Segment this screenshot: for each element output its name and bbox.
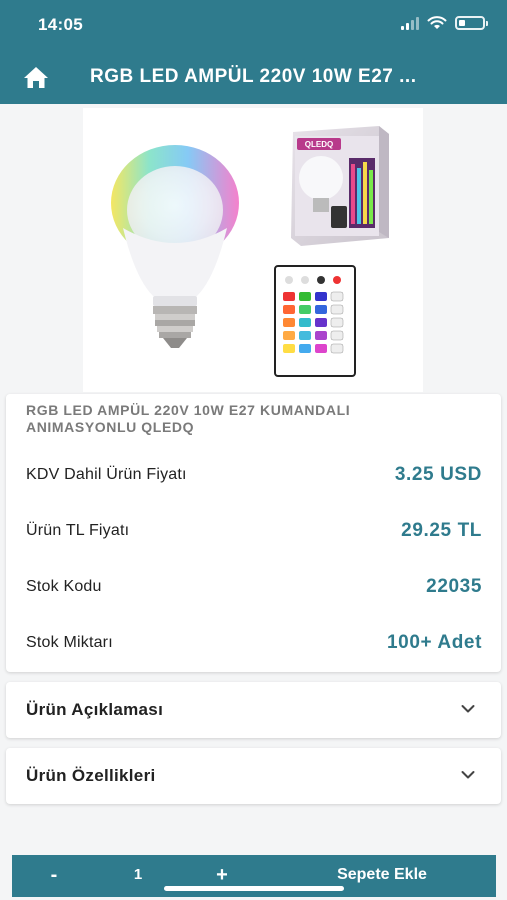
status-time: 14:05 xyxy=(38,15,83,34)
signal-icon xyxy=(401,16,419,30)
stock-code-row: Stok Kodu 22035 xyxy=(26,576,482,600)
product-image[interactable]: QLEDQ xyxy=(83,108,423,392)
product-name: RGB LED AMPÜL 220V 10W E27 KUMANDALI ANI… xyxy=(26,402,351,435)
home-indicator[interactable] xyxy=(164,886,344,891)
accordion-product-features[interactable]: Ürün Özellikleri xyxy=(6,748,501,804)
price-usd-row: KDV Dahil Ürün Fiyatı 3.25 USD xyxy=(26,464,482,488)
quantity-increase-button[interactable]: + xyxy=(210,864,234,887)
price-tl-label: Ürün TL Fiyatı xyxy=(26,522,130,539)
wifi-icon xyxy=(427,16,447,29)
price-tl-row: Ürün TL Fiyatı 29.25 TL xyxy=(26,520,482,544)
add-to-cart-button[interactable]: Sepete Ekle xyxy=(312,866,452,884)
product-image-area: QLEDQ xyxy=(0,104,507,394)
product-info-card: RGB LED AMPÜL 220V 10W E27 KUMANDALI ANI… xyxy=(6,394,501,672)
quantity-value[interactable]: 1 xyxy=(126,866,150,883)
stock-quantity-value: 100+ Adet xyxy=(387,632,482,653)
stock-quantity-row: Stok Miktarı 100+ Adet xyxy=(26,632,482,656)
price-usd-label: KDV Dahil Ürün Fiyatı xyxy=(26,466,187,483)
price-usd-value: 3.25 USD xyxy=(394,464,482,485)
chevron-down-icon xyxy=(461,771,475,779)
page-title: RGB LED AMPÜL 220V 10W E27 ... xyxy=(90,66,417,87)
stock-code-label: Stok Kodu xyxy=(26,578,102,595)
quantity-decrease-button[interactable]: - xyxy=(42,864,66,887)
box-brand-text: QLEDQ xyxy=(305,140,333,149)
status-icons xyxy=(401,16,488,30)
accordion-product-description[interactable]: Ürün Açıklaması xyxy=(6,682,501,738)
price-tl-value: 29.25 TL xyxy=(401,520,482,541)
chevron-down-icon xyxy=(461,705,475,713)
accordion-label: Ürün Özellikleri xyxy=(26,766,156,785)
product-box-illustration: QLEDQ xyxy=(291,126,389,246)
stock-quantity-label: Stok Miktarı xyxy=(26,634,113,651)
stock-code-value: 22035 xyxy=(426,576,482,597)
home-icon[interactable] xyxy=(22,64,50,90)
product-photo-svg: QLEDQ xyxy=(111,126,389,377)
battery-icon xyxy=(455,16,488,30)
remote-control-illustration xyxy=(274,265,356,377)
app-header: 14:05 RGB LED AMPÜL 220V 10W E27 ... xyxy=(0,0,507,104)
bulb-illustration xyxy=(111,145,239,348)
accordion-label: Ürün Açıklaması xyxy=(26,700,164,719)
